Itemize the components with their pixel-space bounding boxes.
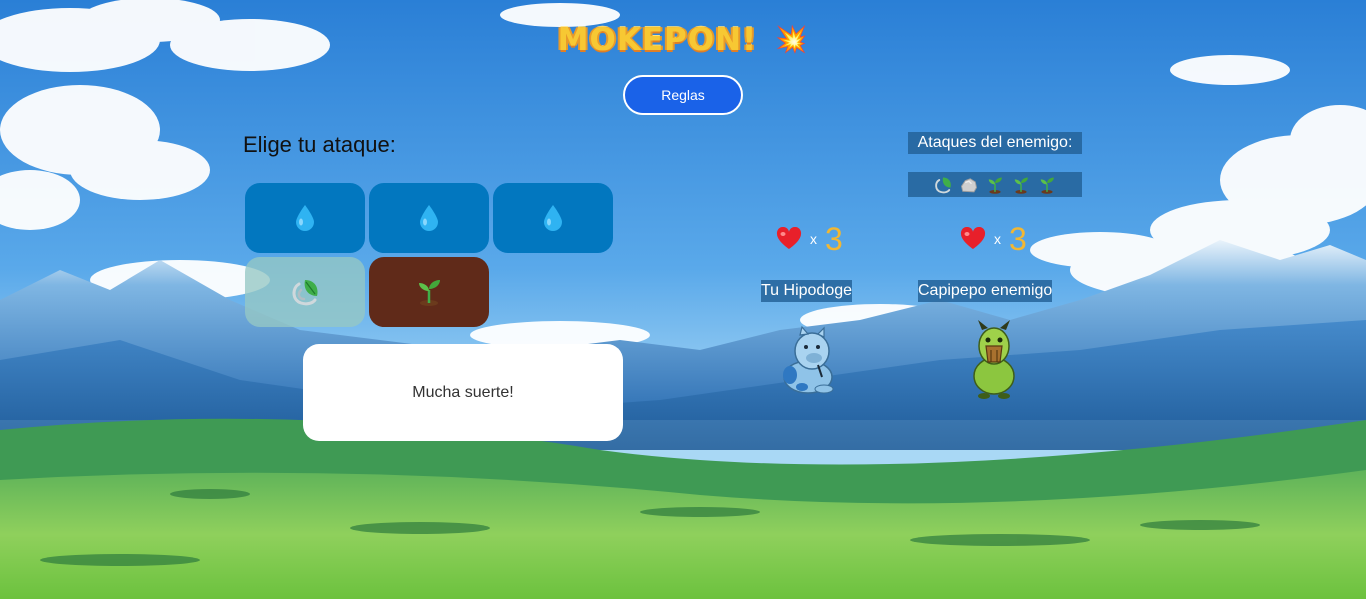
game-title-text: MOKEPON! — [557, 22, 758, 58]
leaf-wind-icon — [292, 280, 318, 306]
enemy-attacks-title: Ataques del enemigo: — [908, 132, 1082, 154]
lives-multiplier: x — [994, 231, 1001, 247]
leaf-wind-icon — [935, 177, 951, 193]
earth-attack-button[interactable] — [369, 257, 489, 327]
enemy-lives: x 3 — [960, 220, 1027, 257]
enemy-lives-count: 3 — [1009, 220, 1027, 257]
enemy-pet-name: Capipepo enemigo — [918, 280, 1053, 302]
wind-attack-button[interactable] — [245, 257, 365, 327]
water-attack-button[interactable] — [369, 183, 489, 253]
explosion-icon: 💥 — [774, 25, 809, 55]
sprout-icon — [1040, 177, 1054, 194]
sprout-icon — [988, 177, 1002, 194]
game-title: MOKEPON! 💥 — [0, 22, 1366, 58]
heart-icon — [960, 227, 986, 249]
water-drop-icon — [544, 205, 562, 231]
enemy-attacks-list — [908, 172, 1082, 197]
heart-icon — [776, 227, 802, 249]
rules-button[interactable]: Reglas — [623, 75, 743, 115]
water-drop-icon — [420, 205, 438, 231]
water-drop-icon — [296, 205, 314, 231]
game-screen: MOKEPON! 💥 Reglas Elige tu ataque: Mucha… — [0, 0, 1366, 599]
player-pet-name: Tu Hipodoge — [761, 280, 853, 302]
player-lives-count: 3 — [825, 220, 843, 257]
water-attack-button[interactable] — [245, 183, 365, 253]
enemy-pet-image — [973, 320, 1015, 399]
water-attack-button[interactable] — [493, 183, 613, 253]
sprout-icon — [419, 280, 440, 306]
result-message: Mucha suerte! — [303, 344, 623, 441]
sprout-icon — [1014, 177, 1028, 194]
attack-heading: Elige tu ataque: — [243, 132, 396, 157]
lives-multiplier: x — [810, 231, 817, 247]
player-lives: x 3 — [776, 220, 843, 257]
player-pet-image — [783, 325, 834, 394]
rock-icon — [960, 177, 977, 192]
